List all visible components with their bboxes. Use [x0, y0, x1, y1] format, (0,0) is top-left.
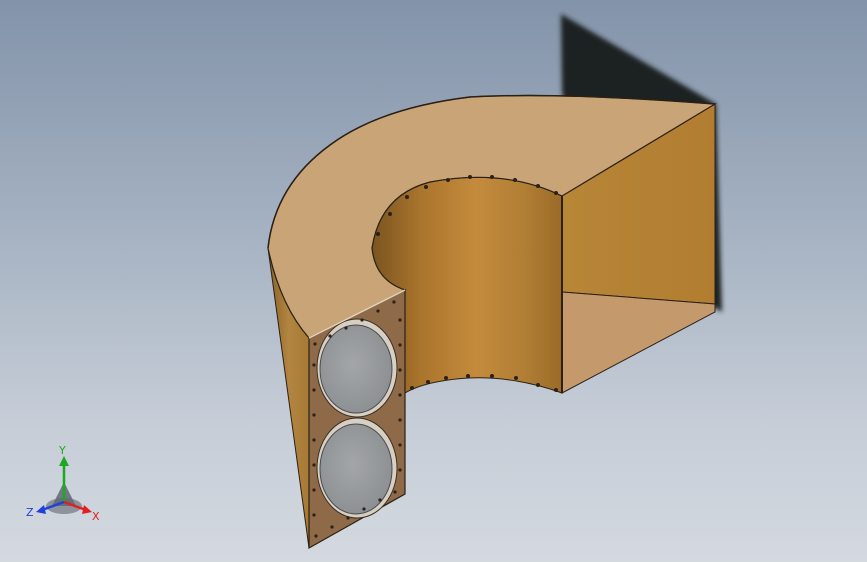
x-arrow-icon	[82, 505, 92, 514]
triad-y-label: Y	[58, 444, 66, 457]
mouth-floor[interactable]	[561, 291, 716, 394]
horn-enclosure-model[interactable]	[0, 0, 867, 562]
triad-z-label: Z	[26, 506, 34, 519]
triad-x-label: X	[92, 510, 100, 523]
speaker-driver-2[interactable]	[316, 417, 398, 519]
view-orientation-triad[interactable]: Y X Z	[22, 444, 106, 524]
z-arrow-icon	[36, 505, 46, 514]
speaker-driver-1[interactable]	[316, 318, 398, 418]
y-arrow-icon	[59, 456, 69, 466]
graphics-viewport[interactable]: Y X Z	[0, 0, 867, 562]
